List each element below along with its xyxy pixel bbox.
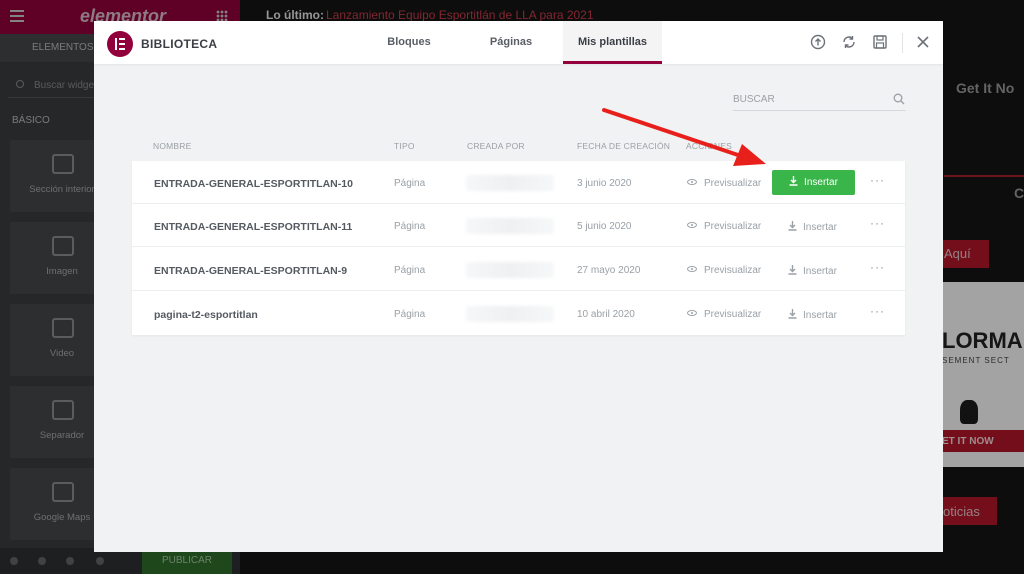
- insert-label: Insertar: [803, 222, 837, 233]
- search-icon[interactable]: [893, 93, 905, 105]
- insert-button[interactable]: Insertar: [788, 265, 837, 277]
- template-type: Página: [394, 221, 426, 232]
- preview-button[interactable]: Previsualizar: [687, 221, 761, 232]
- insert-button[interactable]: Insertar: [788, 309, 837, 321]
- eye-icon: [687, 179, 697, 185]
- column-date: FECHA DE CREACIÓN: [577, 141, 671, 151]
- preview-label: Previsualizar: [704, 221, 762, 232]
- column-name: NOMBRE: [153, 141, 192, 151]
- download-icon: [788, 265, 797, 275]
- upload-icon[interactable]: [810, 34, 826, 50]
- table-row: ENTRADA-GENERAL-ESPORTITLAN-9 Página 27 …: [132, 248, 905, 291]
- download-icon: [788, 221, 797, 231]
- eye-icon: [687, 310, 697, 316]
- table-row: ENTRADA-GENERAL-ESPORTITLAN-11 Página 5 …: [132, 204, 905, 247]
- tab-blocks[interactable]: Bloques: [374, 21, 444, 64]
- template-name: ENTRADA-GENERAL-ESPORTITLAN-11: [154, 221, 353, 233]
- template-type: Página: [394, 265, 426, 276]
- column-type: TIPO: [394, 141, 415, 151]
- preview-button[interactable]: Previsualizar: [687, 178, 761, 189]
- preview-button[interactable]: Previsualizar: [687, 265, 761, 276]
- more-options-icon[interactable]: ···: [870, 173, 885, 187]
- table-row: pagina-t2-esportitlan Página 10 abril 20…: [132, 292, 905, 335]
- insert-label: Insertar: [803, 310, 837, 321]
- column-author: CREADA POR: [467, 141, 525, 151]
- sync-icon[interactable]: [841, 34, 857, 50]
- eye-icon: [687, 266, 697, 272]
- search-input[interactable]: [733, 91, 883, 107]
- library-modal: BIBLIOTECA Bloques Páginas Mis plantilla…: [94, 21, 943, 552]
- more-options-icon[interactable]: ···: [870, 216, 885, 230]
- template-author-blurred: [466, 306, 554, 322]
- tab-my-templates[interactable]: Mis plantillas: [563, 21, 662, 64]
- insert-button[interactable]: Insertar: [788, 221, 837, 233]
- template-type: Página: [394, 309, 426, 320]
- preview-label: Previsualizar: [704, 178, 762, 189]
- insert-label: Insertar: [803, 266, 837, 277]
- template-author-blurred: [466, 218, 554, 234]
- template-date: 5 junio 2020: [577, 221, 632, 232]
- eye-icon: [687, 222, 697, 228]
- header-divider: [902, 33, 903, 53]
- template-author-blurred: [466, 175, 554, 191]
- templates-table: ENTRADA-GENERAL-ESPORTITLAN-10 Página 3 …: [132, 161, 905, 335]
- template-type: Página: [394, 178, 426, 189]
- template-search: [733, 87, 906, 111]
- library-title: BIBLIOTECA: [141, 37, 218, 51]
- insert-label: Insertar: [804, 177, 838, 188]
- preview-label: Previsualizar: [704, 265, 762, 276]
- download-icon: [788, 309, 797, 319]
- download-icon: [789, 176, 798, 186]
- template-name: ENTRADA-GENERAL-ESPORTITLAN-10: [154, 178, 353, 190]
- template-author-blurred: [466, 262, 554, 278]
- elementor-logo-icon: [107, 31, 133, 57]
- library-header: BIBLIOTECA Bloques Páginas Mis plantilla…: [94, 21, 943, 64]
- template-date: 3 junio 2020: [577, 178, 632, 189]
- preview-label: Previsualizar: [704, 309, 762, 320]
- template-date: 27 mayo 2020: [577, 265, 641, 276]
- template-date: 10 abril 2020: [577, 309, 635, 320]
- column-actions: ACCIONES: [686, 141, 732, 151]
- table-row: ENTRADA-GENERAL-ESPORTITLAN-10 Página 3 …: [132, 161, 905, 204]
- more-options-icon[interactable]: ···: [870, 304, 885, 318]
- insert-button[interactable]: Insertar: [772, 170, 855, 195]
- save-icon[interactable]: [872, 34, 888, 50]
- preview-button[interactable]: Previsualizar: [687, 309, 761, 320]
- more-options-icon[interactable]: ···: [870, 260, 885, 274]
- template-name: pagina-t2-esportitlan: [154, 309, 258, 321]
- template-name: ENTRADA-GENERAL-ESPORTITLAN-9: [154, 265, 348, 277]
- close-icon[interactable]: [915, 34, 931, 50]
- tab-pages[interactable]: Páginas: [476, 21, 546, 64]
